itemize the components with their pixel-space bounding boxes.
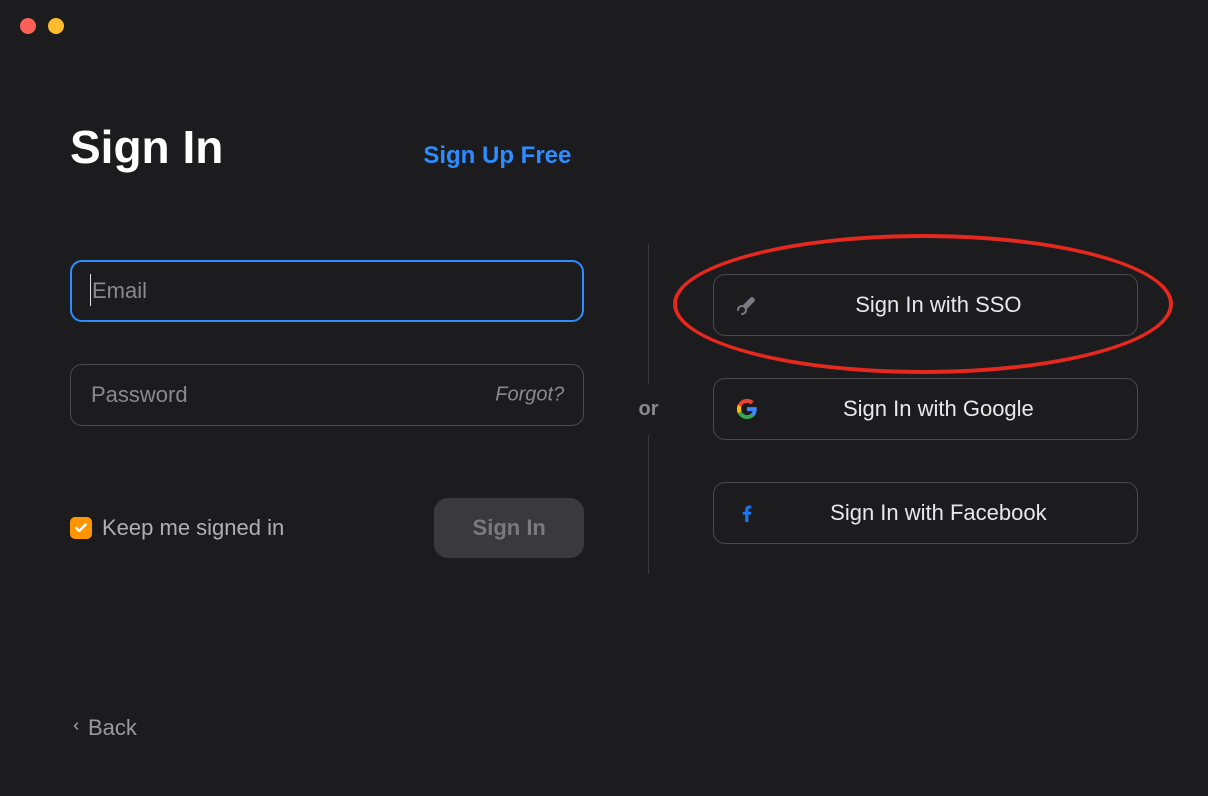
back-link[interactable]: Back [70,715,137,741]
email-field-wrapper [70,260,584,322]
text-cursor [90,274,91,306]
signin-google-button[interactable]: Sign In with Google [713,378,1138,440]
signin-button[interactable]: Sign In [434,498,584,558]
signup-link[interactable]: Sign Up Free [423,142,571,170]
key-icon [734,292,760,318]
divider-text: or [639,384,659,435]
column-divider: or [584,244,713,574]
email-field[interactable] [70,260,584,322]
signin-panel: Sign In Sign Up Free Forgot? Keep me sig… [0,0,1208,796]
columns: Forgot? Keep me signed in Sign In or [70,244,1138,574]
google-icon [734,396,760,422]
credentials-column: Forgot? Keep me signed in Sign In [70,260,584,558]
divider-line-top [648,244,649,384]
signin-sso-label: Sign In with SSO [760,292,1117,318]
facebook-icon [734,500,760,526]
forgot-password-link[interactable]: Forgot? [495,384,564,407]
chevron-left-icon [70,715,82,741]
keep-signed-in-checkbox[interactable]: Keep me signed in [70,515,284,541]
social-signin-column: Sign In with SSO Sign In with Google [713,274,1138,544]
password-field-wrapper: Forgot? [70,364,584,426]
page-title: Sign In [70,120,223,174]
divider-line-bottom [648,435,649,575]
signin-bottom-row: Keep me signed in Sign In [70,498,584,558]
signin-google-label: Sign In with Google [760,396,1117,422]
checkbox-checked-icon [70,517,92,539]
header-row: Sign In Sign Up Free [70,120,1138,174]
signin-facebook-button[interactable]: Sign In with Facebook [713,482,1138,544]
keep-signed-in-label: Keep me signed in [102,515,284,541]
signin-sso-button[interactable]: Sign In with SSO [713,274,1138,336]
signin-facebook-label: Sign In with Facebook [760,500,1117,526]
back-label: Back [88,715,137,741]
